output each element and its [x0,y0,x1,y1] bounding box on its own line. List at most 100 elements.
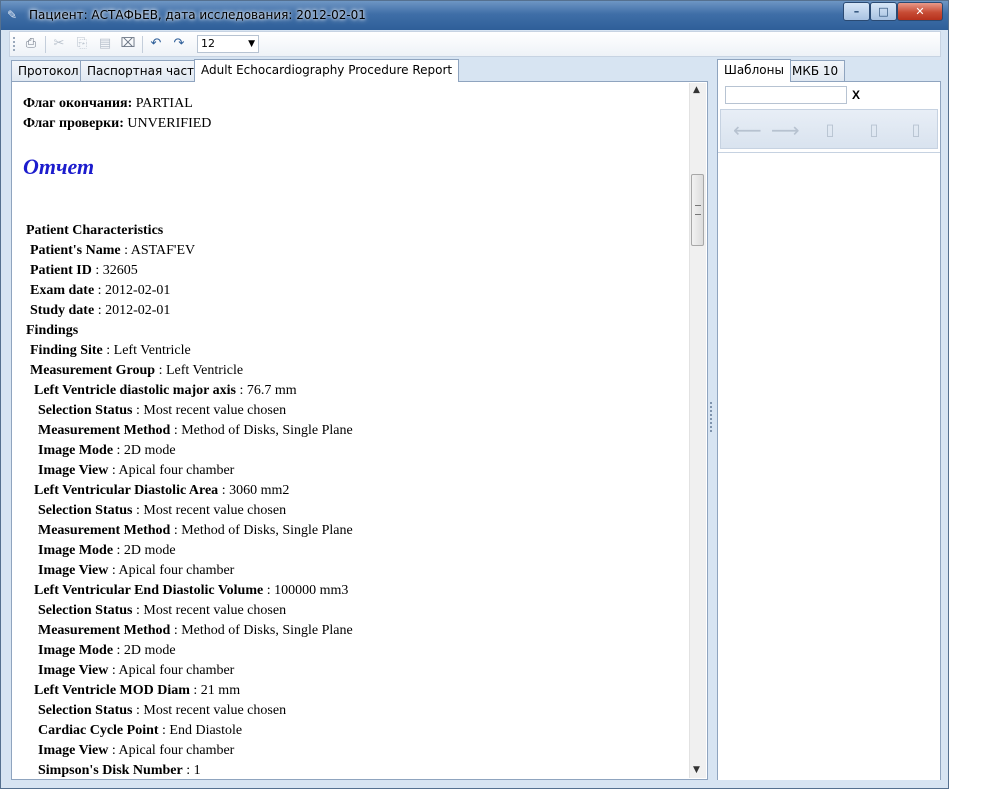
paste-icon[interactable]: ▤ [96,36,114,52]
report-line-value: : 2D mode [113,443,176,458]
flag-value: UNVERIFIED [123,116,212,131]
report-line: Measurement Method : Method of Disks, Si… [38,621,353,641]
font-size-select[interactable]: 12 ▼ [197,35,259,53]
report-line-label: Image View [38,663,109,678]
report-line: Finding Site : Left Ventricle [30,341,191,361]
report-line: Measurement Group : Left Ventricle [30,361,243,381]
new-template-icon[interactable]: ▯ [817,118,843,142]
report-line-value: : Apical four chamber [108,743,235,758]
report-line-label: Selection Status [38,703,133,718]
panel-splitter[interactable] [710,402,714,432]
report-line-value: : Apical four chamber [108,463,235,478]
report-line-label: Left Ventricle MOD Diam [34,683,190,698]
report-line-value: : 2012-02-01 [94,283,171,298]
flag-verification: Флаг проверки: UNVERIFIED [23,114,211,134]
report-line: Cardiac Cycle Point : End Diastole [38,721,242,741]
template-search-input[interactable] [725,86,847,104]
report-line-value: : Method of Disks, Single Plane [170,523,353,538]
report-line: Image Mode : 2D mode [38,641,176,661]
report-line-label: Selection Status [38,603,133,618]
report-line-label: Image Mode [38,443,114,458]
report-line-label: Image Mode [38,643,114,658]
title-bar[interactable]: ✎ Пациент: АСТАФЬЕВ, дата исследования: … [1,1,948,30]
tab-templates[interactable]: Шаблоны [717,59,791,82]
report-line: Image Mode : 2D mode [38,441,176,461]
report-line: Left Ventricular End Diastolic Volume : … [34,581,348,601]
minimize-button[interactable]: – [843,2,870,21]
report-line-value: : 76.7 mm [235,383,297,398]
scroll-thumb[interactable] [691,174,704,246]
app-icon: ✎ [7,8,18,22]
templates-toolbar: ⟵ ⟶ ▯ ▯ ▯ [720,109,938,149]
flag-value: PARTIAL [132,96,193,111]
report-line-value: : 3060 mm2 [218,483,290,498]
template-tree[interactable] [718,152,940,780]
redo-icon[interactable]: ↷ [170,36,188,52]
report-line-label: Simpson's Disk Number [38,763,183,778]
grip-icon [695,205,701,215]
app-window: ✎ Пациент: АСТАФЬЕВ, дата исследования: … [0,0,949,789]
report-line-value: : 2D mode [113,643,176,658]
report-line: Image View : Apical four chamber [38,661,234,681]
report-line-value: : Apical four chamber [108,663,235,678]
scroll-up-icon[interactable]: ▲ [693,85,700,95]
report-line-value: : Most recent value chosen [132,503,287,518]
report-line-value: : ASTAF'EV [120,243,196,258]
report-line-label: Image View [38,743,109,758]
report-line-value: : Left Ventricle [155,363,244,378]
copy-icon[interactable]: ⎘ [73,36,91,52]
maximize-button[interactable]: □ [870,2,897,21]
tab-icd10[interactable]: МКБ 10 [785,60,846,82]
report-line-label: Patient Characteristics [26,223,164,238]
clear-search-button[interactable]: X [852,88,860,102]
font-size-value: 12 [201,37,215,50]
report-line-value: : 21 mm [189,683,241,698]
clear-format-icon[interactable]: ⌧ [119,36,137,52]
rename-template-icon[interactable]: ▯ [861,118,887,142]
report-line: Simpson's Disk Number : 1 [38,761,201,779]
report-line: Image Mode : 2D mode [38,541,176,561]
toolbar-separator [142,36,143,53]
report-line-label: Measurement Method [38,423,171,438]
report-line: Image View : Apical four chamber [38,461,234,481]
report-line-label: Image Mode [38,543,114,558]
delete-template-icon[interactable]: ▯ [903,118,929,142]
report-line-value: : Most recent value chosen [132,603,287,618]
report-line-value: : End Diastole [158,723,243,738]
report-line-value: : Most recent value chosen [132,703,287,718]
report-line-label: Exam date [30,283,95,298]
report-line: Measurement Method : Method of Disks, Si… [38,521,353,541]
report-line-label: Patient ID [30,263,92,278]
cut-icon[interactable]: ✂ [50,36,68,52]
report-line: Left Ventricular Diastolic Area : 3060 m… [34,481,289,501]
toolbar-grip[interactable] [13,37,18,51]
close-button[interactable]: ✕ [897,2,943,21]
report-heading: Отчет [23,154,95,179]
report-line: Study date : 2012-02-01 [30,301,170,321]
back-arrow-icon[interactable]: ⟵ [733,118,762,142]
report-line-value: : Left Ventricle [102,343,191,358]
report-line-label: Left Ventricular Diastolic Area [34,483,219,498]
tab-protocol[interactable]: Протокол [11,60,86,82]
toolbar-separator [45,36,46,53]
print-preview-icon[interactable]: ⎙ [22,36,40,52]
scroll-down-icon[interactable]: ▼ [693,765,700,775]
report-line-label: Cardiac Cycle Point [38,723,159,738]
tab-passport[interactable]: Паспортная часть [80,60,209,82]
undo-icon[interactable]: ↶ [147,36,165,52]
report-line: Measurement Method : Method of Disks, Si… [38,421,353,441]
window-title: Пациент: АСТАФЬЕВ, дата исследования: 20… [29,8,366,22]
report-line-value: : 32605 [91,263,138,278]
forward-arrow-icon[interactable]: ⟶ [771,118,800,142]
report-document[interactable]: Флаг окончания: PARTIAL Флаг проверки: U… [11,81,708,780]
flag-completion: Флаг окончания: PARTIAL [23,94,193,114]
vertical-scrollbar[interactable]: ▲ ▼ [689,83,706,778]
report-line: Selection Status : Most recent value cho… [38,501,286,521]
report-line-value: : Apical four chamber [108,563,235,578]
report-line-label: Measurement Group [30,363,156,378]
report-line: Findings [26,321,78,341]
report-line-label: Selection Status [38,503,133,518]
report-line-value: : Method of Disks, Single Plane [170,623,353,638]
tab-echo-report[interactable]: Adult Echocardiography Procedure Report [194,59,460,82]
report-line: Selection Status : Most recent value cho… [38,601,286,621]
